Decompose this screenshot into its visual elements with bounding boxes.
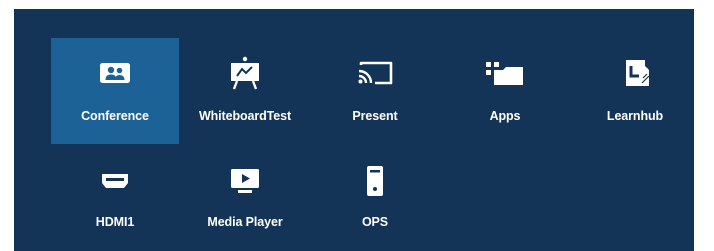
conference-icon [51, 58, 179, 88]
tile-label: Present [352, 109, 398, 123]
tile-label: Media Player [207, 215, 283, 229]
tile-present[interactable]: Present [311, 38, 439, 144]
whiteboard-icon [181, 56, 309, 90]
media-player-icon [181, 166, 309, 196]
tile-ops[interactable]: OPS [311, 154, 439, 242]
tile-label: WhiteboardTest [198, 109, 292, 123]
tile-label: Learnhub [606, 109, 664, 123]
learnhub-icon [571, 58, 699, 88]
tile-label: OPS [361, 215, 389, 229]
launcher-panel: Conference WhiteboardTest Present Apps L… [14, 9, 694, 251]
tile-hdmi1[interactable]: HDMI1 [51, 154, 179, 242]
tile-conference[interactable]: Conference [51, 38, 179, 144]
tile-label: HDMI1 [95, 215, 135, 229]
tile-apps[interactable]: Apps [441, 38, 569, 144]
tile-label: Apps [489, 109, 521, 123]
tile-whiteboardtest[interactable]: WhiteboardTest [181, 38, 309, 144]
hdmi-icon [51, 166, 179, 196]
ops-device-icon [311, 166, 439, 196]
cast-icon [311, 58, 439, 88]
tile-media-player[interactable]: Media Player [181, 154, 309, 242]
apps-folder-icon [441, 58, 569, 88]
tile-learnhub[interactable]: Learnhub [571, 38, 699, 144]
tile-label: Conference [81, 109, 149, 123]
